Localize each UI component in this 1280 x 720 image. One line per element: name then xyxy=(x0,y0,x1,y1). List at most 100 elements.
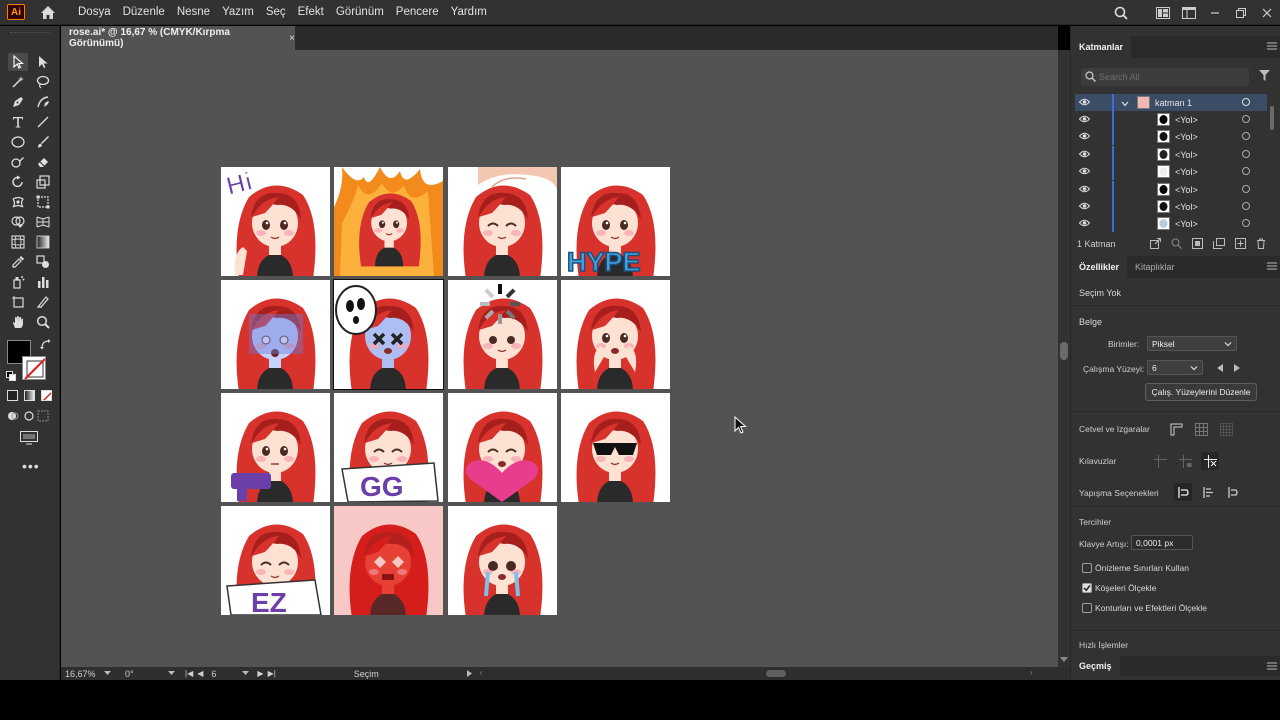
eraser-tool-icon[interactable] xyxy=(33,153,53,171)
layer-target-icon[interactable] xyxy=(1242,202,1250,210)
document-tab[interactable]: rose.ai* @ 16,67 % (CMYK/Kırpma Görünümü… xyxy=(61,26,295,50)
menu-view[interactable]: Görünüm xyxy=(330,0,390,25)
canvas[interactable]: Hi HYPE GG EZ xyxy=(61,50,1058,667)
zoom-field[interactable]: 16,67% xyxy=(61,667,121,680)
none-mode-icon[interactable] xyxy=(41,390,52,401)
scroll-down-arrow-icon[interactable] xyxy=(1060,654,1068,666)
paintbrush-tool-icon[interactable] xyxy=(33,133,53,151)
history-panel-menu-icon[interactable] xyxy=(1267,661,1277,673)
snap-to-point-icon[interactable] xyxy=(1174,483,1192,501)
checkbox-label[interactable]: Önizleme Sınırları Kullan xyxy=(1095,563,1189,573)
stroke-swatch[interactable] xyxy=(22,356,46,380)
keyboard-increment-input[interactable]: 0,0001 px xyxy=(1131,535,1193,550)
sublayer-name[interactable]: <Yol> xyxy=(1175,132,1198,142)
vertical-scrollbar[interactable] xyxy=(1058,50,1070,667)
snap-to-pixel-icon[interactable] xyxy=(1224,483,1242,501)
filter-icon[interactable] xyxy=(1259,70,1270,84)
artboard-gun[interactable] xyxy=(221,393,330,502)
artboard-number[interactable]: 6 xyxy=(211,669,216,679)
selection-tool-icon[interactable] xyxy=(8,53,28,71)
draw-inside-icon[interactable] xyxy=(37,410,49,425)
delete-layer-icon[interactable] xyxy=(1256,238,1266,251)
visibility-eye-icon[interactable] xyxy=(1078,167,1091,177)
artboard-hi[interactable]: Hi xyxy=(221,167,330,276)
layers-search-input[interactable]: Search All xyxy=(1081,68,1249,86)
default-fill-stroke-icon[interactable] xyxy=(6,371,16,384)
slice-tool-icon[interactable] xyxy=(33,293,53,311)
tab-libraries[interactable]: Kitaplıklar xyxy=(1127,256,1183,278)
horizontal-scrollbar[interactable]: ‹ › xyxy=(480,667,1040,680)
smart-guides-icon[interactable] xyxy=(1201,452,1219,470)
toolbar-grip[interactable] xyxy=(9,32,50,40)
sublayer-name[interactable]: <Yol> xyxy=(1175,219,1198,229)
free-transform-tool-icon[interactable] xyxy=(33,193,53,211)
edit-artboards-button[interactable]: Çalış. Yüzeylerini Düzenle xyxy=(1145,383,1257,401)
layer-target-icon[interactable] xyxy=(1242,149,1250,158)
artboard-dropdown[interactable]: 6 xyxy=(1147,360,1203,375)
search-icon[interactable] xyxy=(1108,0,1134,25)
artboard-gg[interactable]: GG xyxy=(334,393,443,502)
sublayer-row[interactable]: <Yol> xyxy=(1075,215,1267,233)
lasso-tool-icon[interactable] xyxy=(33,73,53,91)
layer-row-top[interactable]: katman 1 xyxy=(1075,94,1267,111)
layer-target-icon[interactable] xyxy=(1242,219,1250,228)
horizontal-scroll-thumb[interactable] xyxy=(765,670,786,677)
visibility-eye-icon[interactable] xyxy=(1078,219,1091,229)
artboard-ez[interactable]: EZ xyxy=(221,506,330,615)
screen-mode-icon[interactable] xyxy=(20,431,38,448)
scroll-left-arrow-icon[interactable]: ‹ xyxy=(480,668,483,677)
home-icon[interactable] xyxy=(38,2,58,22)
collect-export-icon[interactable] xyxy=(1149,237,1161,251)
checkbox[interactable] xyxy=(1082,583,1092,593)
workspace-layout-icon[interactable] xyxy=(1150,0,1176,25)
mesh-tool-icon[interactable] xyxy=(8,233,28,251)
create-new-layer-icon[interactable] xyxy=(1234,237,1246,251)
checkbox-label[interactable]: Köşeleri Ölçekle xyxy=(1095,583,1156,593)
visibility-eye-icon[interactable] xyxy=(1078,202,1091,212)
gradient-mode-icon[interactable] xyxy=(24,390,35,401)
sublayer-row[interactable]: <Yol> xyxy=(1075,163,1267,181)
tab-history[interactable]: Geçmiş xyxy=(1071,656,1120,676)
menu-object[interactable]: Nesne xyxy=(171,0,216,25)
previous-artboard-arrow-icon[interactable] xyxy=(1217,363,1223,375)
artboard-dead[interactable] xyxy=(333,279,444,390)
artboard-hype[interactable]: HYPE xyxy=(561,167,670,276)
next-artboard-icon[interactable]: ▶ xyxy=(257,669,263,678)
ruler-icon[interactable] xyxy=(1167,420,1185,438)
artboard-angry[interactable] xyxy=(334,506,443,615)
layer-name[interactable]: katman 1 xyxy=(1155,98,1192,108)
zoom-tool-icon[interactable] xyxy=(33,313,53,331)
make-clipping-mask-icon[interactable] xyxy=(1191,237,1203,251)
scroll-right-arrow-icon[interactable]: › xyxy=(1030,668,1033,677)
units-dropdown[interactable]: Piksel xyxy=(1147,336,1237,351)
layers-scrollbar[interactable] xyxy=(1269,96,1275,232)
sublayer-name[interactable]: <Yol> xyxy=(1175,115,1198,125)
artboard-tool-icon[interactable] xyxy=(8,293,28,311)
line-tool-icon[interactable] xyxy=(33,113,53,131)
artboard-rage[interactable] xyxy=(334,167,443,276)
curvature-tool-icon[interactable] xyxy=(33,93,53,111)
arrange-documents-icon[interactable] xyxy=(1176,0,1202,25)
minimize-icon[interactable] xyxy=(1202,0,1228,25)
menu-select[interactable]: Seç xyxy=(260,0,292,25)
layer-target-icon[interactable] xyxy=(1242,132,1250,141)
layers-panel-menu-icon[interactable] xyxy=(1267,41,1277,53)
restore-icon[interactable] xyxy=(1228,0,1254,25)
previous-artboard-icon[interactable]: ◀ xyxy=(197,669,203,678)
direct-selection-tool-icon[interactable] xyxy=(33,53,53,71)
draw-mode-icon[interactable] xyxy=(7,410,19,425)
grid-icon[interactable] xyxy=(1192,420,1210,438)
status-menu-arrow-icon[interactable] xyxy=(463,667,476,680)
layer-target-icon[interactable] xyxy=(1242,184,1250,193)
gradient-tool-icon[interactable] xyxy=(33,233,53,251)
sublayer-name[interactable]: <Yol> xyxy=(1175,202,1198,212)
artboard-cool[interactable] xyxy=(561,393,670,502)
eyedropper-tool-icon[interactable] xyxy=(8,253,28,271)
pen-tool-icon[interactable] xyxy=(8,93,28,111)
artboard-love[interactable] xyxy=(448,393,557,502)
menu-effect[interactable]: Efekt xyxy=(292,0,330,25)
rotation-field[interactable]: 0° xyxy=(121,667,181,680)
create-sublayer-icon[interactable] xyxy=(1212,237,1225,251)
shape-builder-tool-icon[interactable] xyxy=(8,213,28,231)
sublayer-name[interactable]: <Yol> xyxy=(1175,185,1198,195)
